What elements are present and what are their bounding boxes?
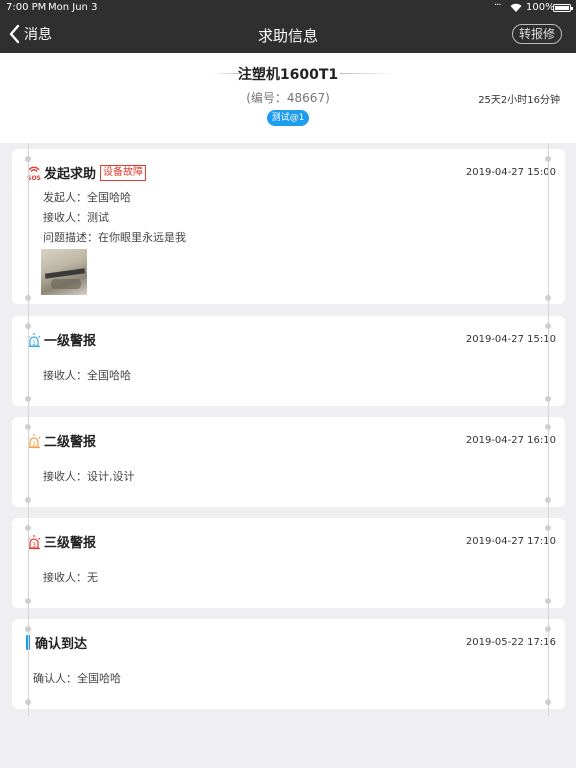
timeline-card-alarm-level-1: 1 一级警报 2019-04-27 15:10 接收人：全国哈哈 xyxy=(12,316,565,406)
divider-line xyxy=(340,73,395,74)
card-pin xyxy=(545,525,551,531)
card-pin xyxy=(545,424,551,430)
svg-text:3: 3 xyxy=(32,542,36,549)
card-title: 三级警报 xyxy=(44,536,97,551)
card-time: 2019-04-27 16:10 xyxy=(465,435,556,446)
status-date: Mon Jun 3 xyxy=(48,2,98,13)
card-pin xyxy=(545,699,551,705)
svg-text:1: 1 xyxy=(32,340,36,347)
timeline-card-alarm-level-2: 2 二级警报 2019-04-27 16:10 接收人：设计,设计 xyxy=(12,417,565,507)
problem-photo[interactable] xyxy=(41,249,87,295)
card-pin xyxy=(545,156,551,162)
wifi-icon xyxy=(510,3,522,12)
status-bar: 7:00 PM Mon Jun 3 ··· 100% xyxy=(0,0,576,16)
tag-badge[interactable]: 测试@1 xyxy=(267,110,309,126)
receiver-line: 接收人：测试 xyxy=(43,211,109,224)
card-time: 2019-04-27 15:00 xyxy=(465,167,556,178)
svg-text:SOS: SOS xyxy=(27,175,41,181)
card-pin xyxy=(25,598,31,604)
battery-icon xyxy=(553,4,573,12)
timeline-card-arrival-confirmed: 确认到达 2019-05-22 17:16 确认人：全国哈哈 xyxy=(12,619,565,709)
status-time: 7:00 PM xyxy=(6,2,47,13)
card-time: 2019-05-22 17:16 xyxy=(465,637,556,648)
problem-description-line: 问题描述：在你眼里永远是我 xyxy=(43,231,186,244)
initiator-line: 发起人：全国哈哈 xyxy=(43,191,131,204)
card-title: 二级警报 xyxy=(44,435,97,450)
transfer-repair-button[interactable]: 转报修 xyxy=(511,24,562,44)
machine-name: 注塑机1600T1 xyxy=(237,67,339,83)
card-time: 2019-04-27 15:10 xyxy=(465,334,556,345)
card-pin xyxy=(25,295,31,301)
card-pin xyxy=(25,497,31,503)
card-title: 确认到达 xyxy=(35,637,88,652)
confirmer-line: 确认人：全国哈哈 xyxy=(33,672,121,685)
receiver-line: 接收人：设计,设计 xyxy=(43,470,135,483)
card-pin xyxy=(25,156,31,162)
timeline-card-help-request: SOS 发起求助 设备故障 2019-04-27 15:00 发起人：全国哈哈 … xyxy=(12,149,565,304)
card-pin xyxy=(25,424,31,430)
card-title: 一级警报 xyxy=(44,334,97,349)
timeline-card-alarm-level-3: 3 三级警报 2019-04-27 17:10 接收人：无 xyxy=(12,518,565,608)
card-pin xyxy=(545,497,551,503)
card-pin xyxy=(545,626,551,632)
receiver-line: 接收人：全国哈哈 xyxy=(43,369,131,382)
svg-text:2: 2 xyxy=(32,441,36,448)
card-time: 2019-04-27 17:10 xyxy=(465,536,556,547)
card-pin xyxy=(25,525,31,531)
multitasking-dots-icon: ··· xyxy=(494,0,501,11)
card-pin xyxy=(545,295,551,301)
page-title: 求助信息 xyxy=(257,27,318,45)
card-title: 发起求助 xyxy=(44,167,97,182)
card-pin xyxy=(545,598,551,604)
machine-header: 注塑机1600T1 (编号：48667) 25天2小时16分钟 测试@1 xyxy=(0,53,576,143)
card-pin xyxy=(25,323,31,329)
receiver-line: 接收人：无 xyxy=(43,571,98,584)
elapsed-time: 25天2小时16分钟 xyxy=(478,95,560,106)
card-pin xyxy=(25,626,31,632)
card-pin xyxy=(25,396,31,402)
battery-percentage: 100% xyxy=(526,2,555,13)
card-pin xyxy=(545,396,551,402)
card-pin xyxy=(25,699,31,705)
card-pin xyxy=(545,323,551,329)
nav-bar: 消息 求助信息 转报修 xyxy=(0,16,576,53)
fault-type-badge: 设备故障 xyxy=(100,164,147,181)
